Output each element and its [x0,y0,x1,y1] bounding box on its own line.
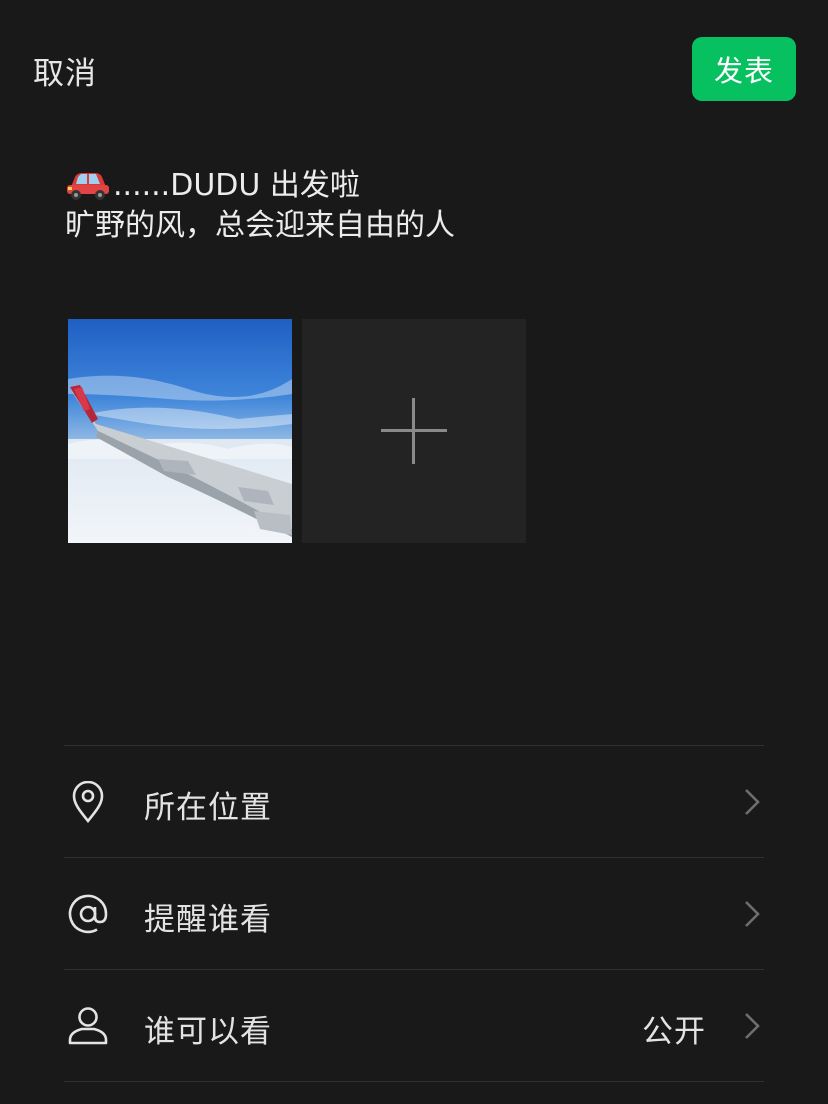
post-text-line-1-content: ......DUDU 出发啦 [113,168,360,203]
mention-row[interactable]: 提醒谁看 [64,858,764,969]
mention-label: 提醒谁看 [144,902,272,938]
location-pin-icon [66,780,110,824]
location-label: 所在位置 [144,790,272,826]
publish-button[interactable]: 发表 [692,37,796,101]
plus-icon [381,398,447,464]
post-text-area[interactable]: ......DUDU 出发啦 旷野的风，总会迎来自由的人 [65,166,765,246]
post-text-line-1: ......DUDU 出发啦 [65,166,765,206]
visibility-row[interactable]: 谁可以看 公开 [64,970,764,1081]
chevron-right-icon [745,901,760,927]
add-photo-button[interactable] [302,319,526,543]
visibility-value: 公开 [642,1014,706,1050]
divider [64,1081,764,1082]
top-bar: 取消 发表 [0,0,828,140]
airplane-wing-photo [68,319,292,543]
chevron-right-icon [745,1013,760,1039]
at-sign-icon [66,892,110,936]
post-text-line-2: 旷野的风，总会迎来自由的人 [65,208,455,243]
location-row[interactable]: 所在位置 [64,746,764,857]
person-icon [66,1004,110,1048]
post-options-menu: 所在位置 提醒谁看 谁可以看 公开 [64,745,764,1082]
visibility-label: 谁可以看 [144,1014,272,1050]
photo-thumbnail[interactable] [68,319,292,543]
chevron-right-icon [745,789,760,815]
red-car-icon [67,173,109,200]
cancel-button[interactable]: 取消 [33,48,97,93]
